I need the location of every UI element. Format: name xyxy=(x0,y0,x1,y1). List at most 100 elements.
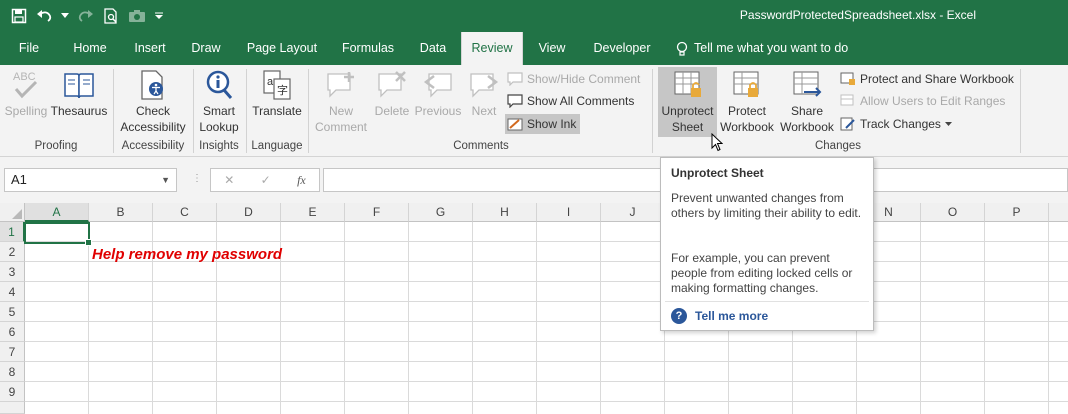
column-header[interactable] xyxy=(1049,203,1068,222)
group-divider xyxy=(652,69,653,153)
row-header[interactable]: 8 xyxy=(0,362,25,382)
group-divider xyxy=(1020,69,1021,153)
worksheet-grid: A B C D E F G H I J K L M N O P 1 2 3 4 … xyxy=(0,203,1068,414)
tell-me-search[interactable]: Tell me what you want to do xyxy=(676,32,848,65)
window-title: PasswordProtectedSpreadsheet.xlsx - Exce… xyxy=(739,8,976,22)
protect-workbook-label-2: Workbook xyxy=(720,120,774,134)
delete-comment-button[interactable]: Delete xyxy=(372,69,412,119)
row-header[interactable]: 2 xyxy=(0,242,25,262)
column-header[interactable]: A xyxy=(25,203,89,222)
new-comment-button[interactable]: New Comment xyxy=(312,69,370,135)
tab-data[interactable]: Data xyxy=(412,32,454,65)
show-all-comments-button[interactable]: Show All Comments xyxy=(507,91,634,111)
tab-page-layout[interactable]: Page Layout xyxy=(240,32,324,65)
tab-file[interactable]: File xyxy=(8,32,50,65)
tab-view[interactable]: View xyxy=(530,32,574,65)
next-comment-button[interactable]: Next xyxy=(465,69,503,119)
previous-comment-button[interactable]: Previous xyxy=(413,69,463,119)
previous-label: Previous xyxy=(414,104,462,118)
chevron-down-icon[interactable] xyxy=(60,5,70,27)
active-cell-a1[interactable] xyxy=(24,222,92,246)
tab-developer[interactable]: Developer xyxy=(586,32,658,65)
tell-me-more-link[interactable]: ? Tell me more xyxy=(671,308,768,324)
name-box[interactable]: A1 ▼ xyxy=(4,168,177,192)
tell-me-more-label: Tell me more xyxy=(695,309,769,323)
smart-lookup-label-2: Lookup xyxy=(199,120,239,134)
redo-icon[interactable] xyxy=(74,5,96,27)
lightbulb-icon xyxy=(676,41,688,56)
tooltip-example: For example, you can prevent people from… xyxy=(671,251,853,295)
tab-formulas[interactable]: Formulas xyxy=(334,32,402,65)
translate-button[interactable]: a字 Translate xyxy=(250,69,304,119)
svg-text:字: 字 xyxy=(277,83,288,97)
allow-users-edit-ranges-button[interactable]: Allow Users to Edit Ranges xyxy=(840,91,1005,111)
group-label-comments: Comments xyxy=(453,140,509,152)
smart-lookup-button[interactable]: Smart Lookup xyxy=(196,69,242,135)
enter-icon[interactable]: ✓ xyxy=(261,173,271,187)
svg-text:ABC: ABC xyxy=(13,71,36,83)
new-comment-label-2: Comment xyxy=(314,120,367,134)
insert-function-icon[interactable]: fx xyxy=(297,173,306,188)
print-preview-icon[interactable] xyxy=(100,5,122,27)
smart-lookup-label-1: Smart xyxy=(202,104,235,118)
column-header[interactable]: I xyxy=(537,203,601,222)
row-header[interactable]: 5 xyxy=(0,302,25,322)
show-hide-comment-button[interactable]: Show/Hide Comment xyxy=(507,69,640,89)
column-header[interactable]: F xyxy=(345,203,409,222)
row-header[interactable] xyxy=(0,402,25,414)
track-changes-button[interactable]: Track Changes xyxy=(840,114,952,134)
column-header[interactable]: H xyxy=(473,203,537,222)
row-header[interactable]: 4 xyxy=(0,282,25,302)
share-workbook-icon xyxy=(791,69,823,101)
group-divider xyxy=(308,69,309,153)
select-all-button[interactable] xyxy=(0,203,25,222)
tab-home[interactable]: Home xyxy=(66,32,114,65)
quick-access-toolbar xyxy=(8,5,166,27)
row-header[interactable]: 1 xyxy=(0,222,25,242)
ink-pen-icon xyxy=(507,118,523,131)
comments-icon xyxy=(507,94,523,108)
customize-icon[interactable] xyxy=(152,5,166,27)
column-header[interactable]: J xyxy=(601,203,665,222)
column-header[interactable]: P xyxy=(985,203,1049,222)
title-bar: PasswordProtectedSpreadsheet.xlsx - Exce… xyxy=(0,0,1068,32)
undo-icon[interactable] xyxy=(34,5,56,27)
column-header[interactable]: D xyxy=(217,203,281,222)
protect-workbook-button[interactable]: Protect Workbook xyxy=(718,69,776,135)
column-header[interactable]: O xyxy=(921,203,985,222)
tooltip-divider xyxy=(665,301,869,302)
row-header[interactable]: 3 xyxy=(0,262,25,282)
show-hide-comment-label: Show/Hide Comment xyxy=(527,72,641,86)
spelling-button[interactable]: ABC Spelling xyxy=(4,69,48,119)
row-header[interactable]: 7 xyxy=(0,342,25,362)
edit-ranges-icon xyxy=(840,94,854,106)
camera-icon[interactable] xyxy=(126,5,148,27)
share-workbook-button[interactable]: Share Workbook xyxy=(778,69,836,135)
unprotect-sheet-button[interactable]: Unprotect Sheet xyxy=(658,67,717,137)
column-header[interactable]: C xyxy=(153,203,217,222)
thesaurus-button[interactable]: Thesaurus xyxy=(50,69,108,119)
column-header[interactable]: G xyxy=(409,203,473,222)
show-ink-button[interactable]: Show Ink xyxy=(505,114,581,134)
protect-and-share-workbook-button[interactable]: Protect and Share Workbook xyxy=(840,69,1014,89)
check-accessibility-button[interactable]: Check Accessibility xyxy=(117,69,189,135)
tab-insert[interactable]: Insert xyxy=(126,32,174,65)
save-icon[interactable] xyxy=(8,5,30,27)
tab-draw[interactable]: Draw xyxy=(184,32,228,65)
formula-bar: A1 ▼ ⋮ ✕ ✓ fx xyxy=(0,157,1068,203)
column-header[interactable]: E xyxy=(281,203,345,222)
thesaurus-label: Thesaurus xyxy=(50,104,108,118)
tooltip-title: Unprotect Sheet xyxy=(671,166,764,180)
row-header[interactable]: 6 xyxy=(0,322,25,342)
tab-review[interactable]: Review xyxy=(461,32,523,65)
splitter-icon[interactable]: ⋮ xyxy=(192,173,202,184)
column-header[interactable]: B xyxy=(89,203,153,222)
row-header[interactable]: 9 xyxy=(0,382,25,402)
protect-workbook-icon xyxy=(731,69,763,101)
review-ribbon: ABC Spelling Thesaurus Proofing Check Ac… xyxy=(0,65,1068,157)
group-label-accessibility: Accessibility xyxy=(121,140,185,152)
book-icon xyxy=(63,69,95,101)
cancel-icon[interactable]: ✕ xyxy=(224,173,234,187)
chevron-down-icon[interactable]: ▼ xyxy=(161,169,170,191)
cell-b2[interactable]: Help remove my password xyxy=(92,246,282,263)
